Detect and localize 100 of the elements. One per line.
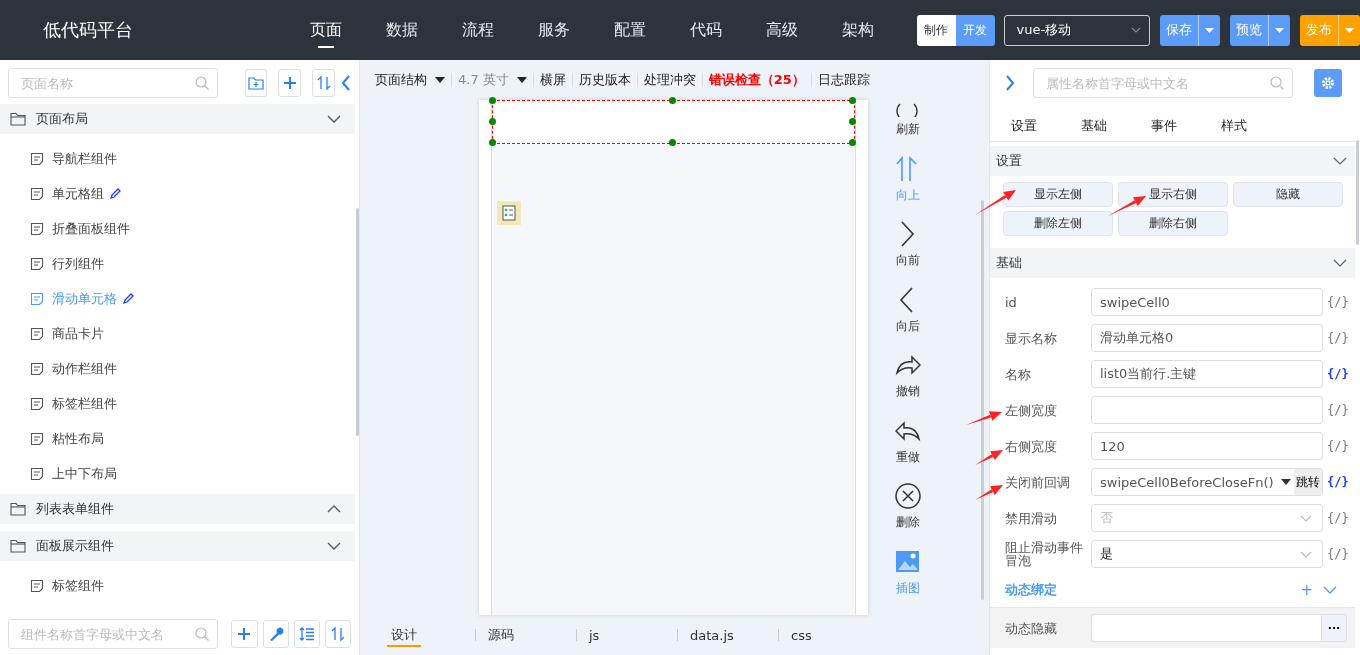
search-field[interactable]: 页面名称: [8, 68, 218, 98]
plus-button[interactable]: [278, 69, 302, 97]
action-button[interactable]: 删除右侧: [1118, 211, 1228, 236]
jump-button[interactable]: 跳转: [1294, 469, 1322, 495]
code-binding-button[interactable]: {/}: [1327, 403, 1349, 417]
resize-handle[interactable]: [849, 97, 856, 104]
resize-handle[interactable]: [669, 139, 676, 146]
section-header[interactable]: 设置: [990, 146, 1355, 176]
property-tab[interactable]: 样式: [1218, 117, 1288, 141]
tree-item[interactable]: 折叠面板组件: [0, 211, 359, 246]
settings-button[interactable]: [1314, 69, 1342, 97]
editor-tab[interactable]: js: [577, 625, 677, 645]
folder-plus-button[interactable]: [244, 69, 268, 97]
search-field[interactable]: 属性名称首字母或中文名: [1033, 68, 1293, 98]
page-icon: [30, 466, 44, 481]
tree-item[interactable]: 商品卡片: [0, 316, 359, 351]
action-button[interactable]: 删除左侧: [1003, 211, 1113, 236]
property-tab[interactable]: 事件: [1148, 117, 1218, 141]
resize-handle[interactable]: [849, 139, 856, 146]
tree-group[interactable]: 页面布局: [0, 104, 355, 134]
tree-item[interactable]: 行列组件: [0, 246, 359, 281]
section-header[interactable]: 基础: [990, 248, 1355, 278]
tree-group[interactable]: 面板展示组件: [0, 531, 355, 561]
action-button[interactable]: 隐藏: [1233, 182, 1343, 207]
canvas-tool-button[interactable]: 向前: [895, 203, 921, 269]
sort-button[interactable]: [324, 620, 351, 648]
search-field[interactable]: 组件名称首字母或中文名: [8, 619, 218, 649]
collapse-left-icon[interactable]: [341, 75, 351, 91]
resize-handle[interactable]: [669, 97, 676, 104]
toolbar-dropdown[interactable]: 页面结构: [375, 73, 451, 87]
scrollbar[interactable]: [1356, 140, 1359, 245]
code-binding-button[interactable]: {/}: [1327, 295, 1349, 309]
canvas-tool-button[interactable]: 重做: [895, 400, 921, 466]
toolbar-link[interactable]: 历史版本: [571, 73, 637, 87]
nav-tab[interactable]: 页面: [308, 0, 385, 60]
field-label: 关闭前回调: [1005, 475, 1071, 489]
code-binding-button[interactable]: {/}: [1327, 331, 1349, 345]
nav-tab[interactable]: 高级: [764, 0, 841, 60]
binding-field[interactable]: [1091, 614, 1321, 642]
sort-button[interactable]: [312, 69, 335, 97]
text-field[interactable]: swipeCell0: [1091, 288, 1323, 316]
resize-handle[interactable]: [489, 118, 496, 125]
canvas-tool-button[interactable]: 向后: [895, 269, 921, 335]
toolbar-link[interactable]: 错误检查（25）: [701, 73, 811, 87]
list-button[interactable]: [293, 620, 320, 648]
selected-component[interactable]: [492, 100, 855, 144]
canvas-tool-button[interactable]: 刷新: [895, 93, 921, 138]
toolbar-link[interactable]: 横屏: [532, 73, 572, 87]
nav-tab[interactable]: 代码: [688, 0, 765, 60]
code-binding-button[interactable]: {/}: [1327, 547, 1349, 561]
scrollbar[interactable]: [356, 208, 359, 436]
text-field[interactable]: 滑动单元格0: [1091, 324, 1323, 352]
nav-tab[interactable]: 流程: [460, 0, 537, 60]
text-field[interactable]: list0当前行.主键: [1091, 360, 1323, 388]
framework-select[interactable]: vue-移动: [1003, 14, 1150, 46]
property-tab[interactable]: 基础: [1078, 117, 1148, 141]
tree-item[interactable]: 导航栏组件: [0, 141, 359, 176]
canvas-tool-button[interactable]: 删除: [895, 465, 921, 531]
code-binding-button[interactable]: {/}: [1327, 439, 1349, 453]
plus-button[interactable]: [231, 620, 258, 648]
toolbar-link[interactable]: 日志跟踪: [810, 73, 876, 87]
code-binding-button[interactable]: {/}: [1327, 511, 1349, 525]
expand-right-icon[interactable]: [1005, 75, 1015, 91]
tree-item[interactable]: 单元格组: [0, 176, 359, 211]
text-field[interactable]: [1091, 396, 1323, 424]
editor-tab[interactable]: 设计: [375, 624, 475, 646]
nav-tab[interactable]: 数据: [384, 0, 461, 60]
callback-select[interactable]: swipeCell0BeforeCloseFn() 跳转: [1091, 468, 1323, 496]
property-tab[interactable]: 设置: [1008, 117, 1078, 141]
tree-group[interactable]: 列表表单组件: [0, 494, 355, 524]
tree-item[interactable]: 粘性布局: [0, 421, 359, 456]
canvas-tool-button[interactable]: 撤销: [895, 334, 921, 400]
editor-tab[interactable]: css: [779, 625, 879, 645]
toolbar-link[interactable]: 处理冲突: [636, 73, 702, 87]
chevron-down-icon[interactable]: [1323, 585, 1337, 594]
editor-tab[interactable]: 源码: [476, 624, 576, 646]
tree-item[interactable]: 标签组件: [0, 568, 359, 603]
tree-item[interactable]: 标签栏组件: [0, 386, 359, 421]
folder-plus-icon: [248, 75, 264, 91]
component-icon[interactable]: [497, 201, 521, 225]
mode-toggle[interactable]: 制作: [916, 14, 956, 46]
resize-handle[interactable]: [489, 97, 496, 104]
nav-tab[interactable]: 配置: [612, 0, 689, 60]
action-button[interactable]: 显示左侧: [1003, 182, 1113, 207]
tree-item[interactable]: 上中下布局: [0, 456, 359, 491]
code-binding-button[interactable]: {/}: [1327, 367, 1349, 381]
code-binding-button[interactable]: {/}: [1327, 475, 1349, 489]
select-field[interactable]: 是: [1091, 540, 1323, 568]
text-field[interactable]: 120: [1091, 432, 1323, 460]
nav-tab[interactable]: 架构: [840, 0, 917, 60]
editor-tab[interactable]: data.js: [678, 625, 778, 645]
resize-handle[interactable]: [849, 118, 856, 125]
circle-x-icon: [895, 482, 921, 510]
wrench-button[interactable]: [262, 620, 289, 648]
scrollbar[interactable]: [981, 200, 984, 600]
nav-tab[interactable]: 服务: [536, 0, 613, 60]
resize-handle[interactable]: [489, 139, 496, 146]
action-button[interactable]: 显示右侧: [1118, 182, 1228, 207]
more-button[interactable]: ···: [1321, 614, 1347, 642]
tree-item[interactable]: 动作栏组件: [0, 351, 359, 386]
